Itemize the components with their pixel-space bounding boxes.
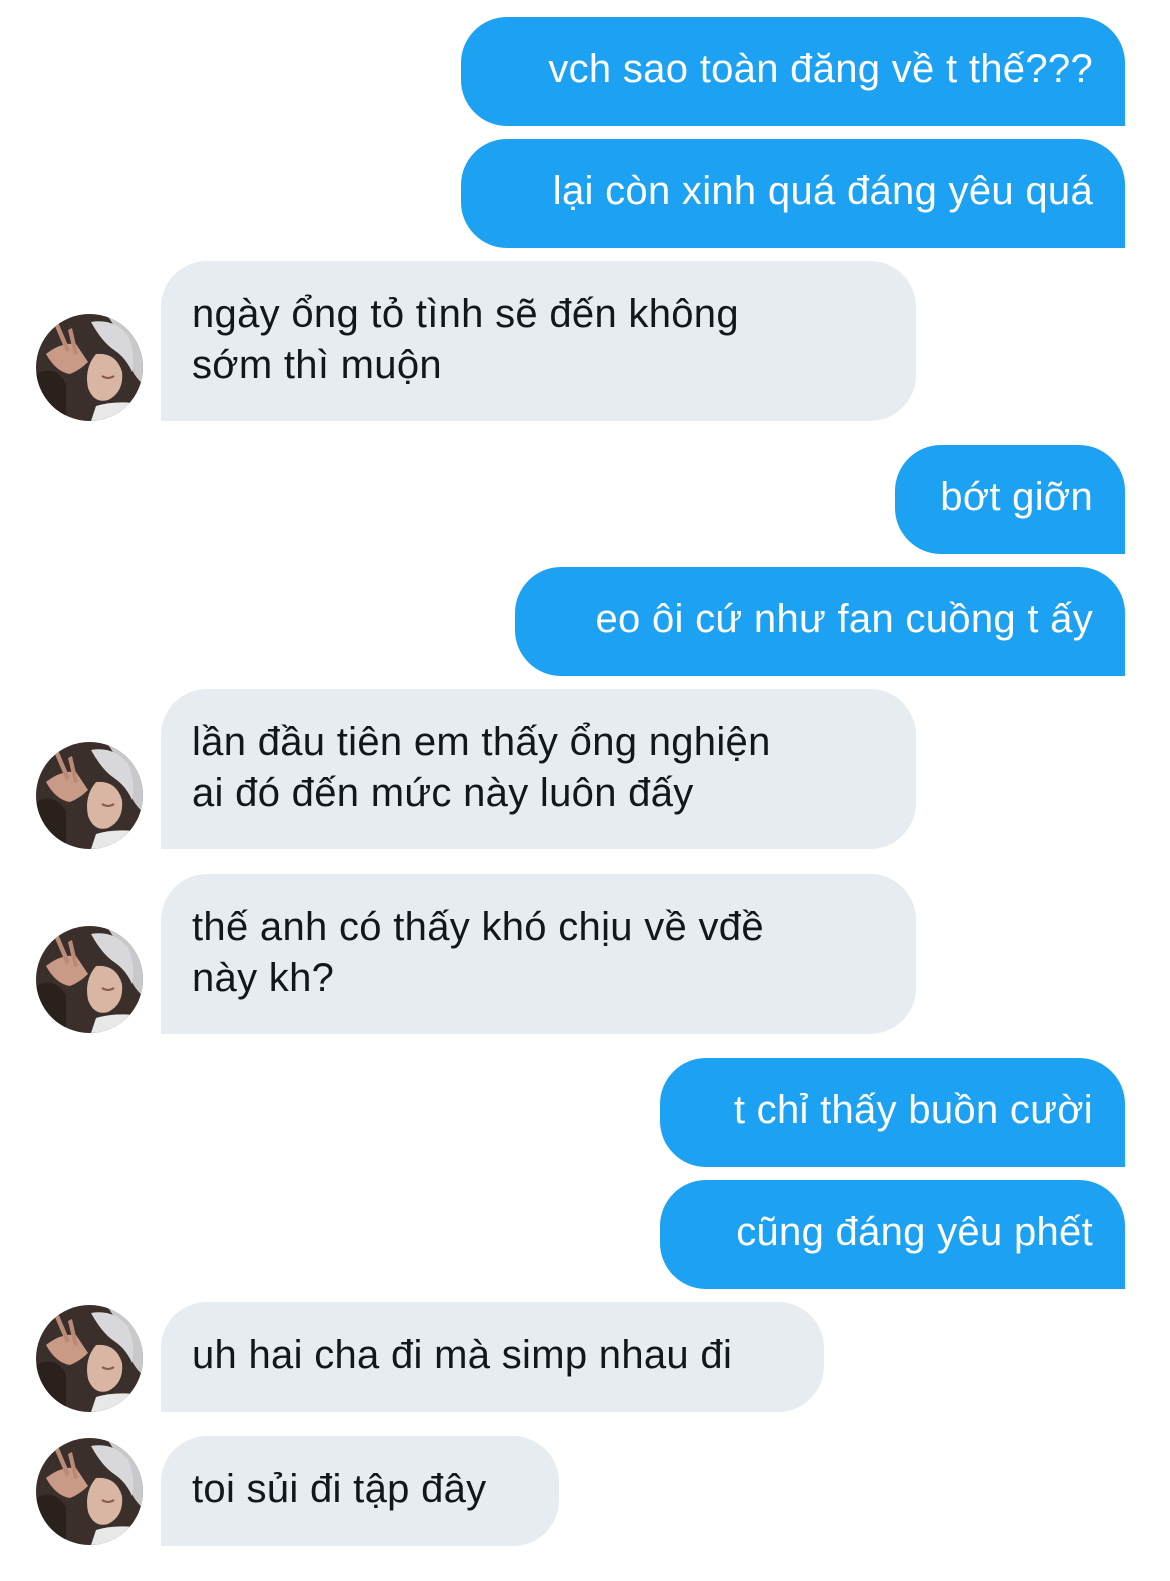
message-text: vch sao toàn đăng về t thế??? <box>548 47 1093 91</box>
message-text: bớt giỡn <box>940 475 1093 519</box>
message-text-line: lần đầu tiên em thấy ổng nghiện <box>192 720 771 764</box>
outgoing-message-bubble[interactable]: t chỉ thấy buồn cười <box>660 1058 1125 1167</box>
outgoing-message-bubble[interactable]: cũng đáng yêu phết <box>660 1180 1125 1289</box>
message-text-line: ai đó đến mức này luôn đấy <box>192 771 694 815</box>
message-text: eo ôi cứ như fan cuồng t ấy <box>595 597 1093 641</box>
avatar-photo <box>36 742 143 849</box>
outgoing-message-bubble[interactable]: lại còn xinh quá đáng yêu quá <box>461 139 1125 248</box>
incoming-message-bubble[interactable]: ngày ổng tỏ tình sẽ đến không sớm thì mu… <box>161 261 916 421</box>
avatar[interactable] <box>36 926 143 1033</box>
message-text-line: sớm thì muộn <box>192 343 442 387</box>
message-text: uh hai cha đi mà simp nhau đi <box>192 1333 733 1377</box>
message-text-line: thế anh có thấy khó chịu về vđề <box>192 905 764 949</box>
outgoing-message-bubble[interactable]: eo ôi cứ như fan cuồng t ấy <box>515 567 1125 676</box>
incoming-message-bubble[interactable]: uh hai cha đi mà simp nhau đi <box>161 1302 824 1412</box>
avatar[interactable] <box>36 1305 143 1412</box>
avatar-photo <box>36 926 143 1033</box>
message-text-line: ngày ổng tỏ tình sẽ đến không <box>192 292 739 336</box>
avatar-photo <box>36 1305 143 1412</box>
message-text: lại còn xinh quá đáng yêu quá <box>552 169 1093 213</box>
message-text-line: này kh? <box>192 956 335 1000</box>
avatar[interactable] <box>36 1438 143 1545</box>
avatar-photo <box>36 314 143 421</box>
avatar[interactable] <box>36 742 143 849</box>
incoming-message-bubble[interactable]: lần đầu tiên em thấy ổng nghiện ai đó đế… <box>161 689 916 849</box>
message-text: toi sủi đi tập đây <box>192 1467 487 1511</box>
message-text: cũng đáng yêu phết <box>736 1210 1093 1254</box>
avatar-photo <box>36 1438 143 1545</box>
incoming-message-bubble[interactable]: thế anh có thấy khó chịu về vđề này kh? <box>161 874 916 1034</box>
outgoing-message-bubble[interactable]: vch sao toàn đăng về t thế??? <box>461 17 1125 126</box>
incoming-message-bubble[interactable]: toi sủi đi tập đây <box>161 1436 559 1546</box>
avatar[interactable] <box>36 314 143 421</box>
outgoing-message-bubble[interactable]: bớt giỡn <box>895 445 1125 554</box>
message-text: t chỉ thấy buồn cười <box>733 1088 1093 1132</box>
